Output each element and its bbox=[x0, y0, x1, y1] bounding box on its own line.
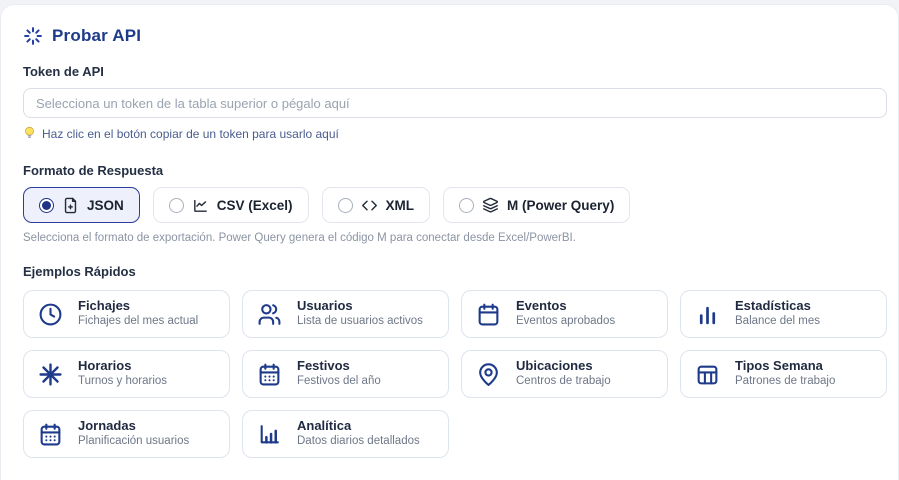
users-icon bbox=[257, 302, 282, 327]
card-title: Usuarios bbox=[297, 298, 353, 314]
card-title: Estadísticas bbox=[735, 298, 811, 314]
probar-api-panel: Probar API Token de API Haz clic en el b… bbox=[0, 4, 899, 480]
example-card-tipos-semana[interactable]: Tipos Semana Patrones de trabajo bbox=[680, 350, 887, 398]
token-input[interactable] bbox=[23, 88, 887, 118]
card-title: Horarios bbox=[78, 358, 132, 374]
lightbulb-icon bbox=[23, 126, 36, 141]
token-hint: Haz clic en el botón copiar de un token … bbox=[23, 126, 887, 141]
radio-icon bbox=[39, 197, 54, 213]
card-title: Festivos bbox=[297, 358, 350, 374]
example-card-fichajes[interactable]: Fichajes Fichajes del mes actual bbox=[23, 290, 230, 338]
card-subtitle: Balance del mes bbox=[735, 315, 821, 328]
bar-chart-icon bbox=[695, 302, 720, 327]
card-subtitle: Centros de trabajo bbox=[516, 375, 611, 388]
card-subtitle: Eventos aprobados bbox=[516, 315, 616, 328]
example-card-usuarios[interactable]: Usuarios Lista de usuarios activos bbox=[242, 290, 449, 338]
chart-line-icon bbox=[192, 197, 209, 214]
calendar-days-icon bbox=[38, 422, 63, 447]
card-subtitle: Fichajes del mes actual bbox=[78, 315, 199, 328]
card-subtitle: Lista de usuarios activos bbox=[297, 315, 423, 328]
format-option-m-power-query[interactable]: M (Power Query) bbox=[443, 187, 631, 223]
radio-icon bbox=[168, 197, 184, 213]
card-title: Ubicaciones bbox=[516, 358, 593, 374]
card-title: Analítica bbox=[297, 418, 352, 434]
radio-icon bbox=[459, 197, 475, 213]
examples-label: Ejemplos Rápidos bbox=[23, 264, 136, 279]
map-pin-icon bbox=[476, 362, 501, 387]
example-card-festivos[interactable]: Festivos Festivos del año bbox=[242, 350, 449, 398]
asterisk-icon bbox=[38, 362, 63, 387]
example-card-analitica[interactable]: Analítica Datos diarios detallados bbox=[242, 410, 449, 458]
code-icon bbox=[361, 197, 378, 214]
loader-icon bbox=[23, 26, 43, 46]
clock-icon bbox=[38, 302, 63, 327]
example-card-horarios[interactable]: Horarios Turnos y horarios bbox=[23, 350, 230, 398]
example-card-ubicaciones[interactable]: Ubicaciones Centros de trabajo bbox=[461, 350, 668, 398]
calendar-icon bbox=[476, 302, 501, 327]
card-title: Jornadas bbox=[78, 418, 136, 434]
card-subtitle: Turnos y horarios bbox=[78, 375, 168, 388]
file-plus-icon bbox=[62, 197, 79, 214]
card-subtitle: Planificación usuarios bbox=[78, 435, 190, 448]
table-icon bbox=[695, 362, 720, 387]
card-title: Tipos Semana bbox=[735, 358, 823, 374]
example-card-jornadas[interactable]: Jornadas Planificación usuarios bbox=[23, 410, 230, 458]
format-option-json[interactable]: JSON bbox=[23, 187, 140, 223]
page-title: Probar API bbox=[52, 26, 142, 45]
format-option-xml[interactable]: XML bbox=[321, 187, 431, 223]
format-help: Selecciona el formato de exportación. Po… bbox=[23, 232, 576, 244]
format-option-label: CSV (Excel) bbox=[216, 197, 293, 213]
format-option-label: M (Power Query) bbox=[507, 197, 615, 213]
format-options: JSON CSV (Excel) XML M (Power Query) bbox=[23, 187, 887, 223]
token-hint-text: Haz clic en el botón copiar de un token … bbox=[42, 126, 339, 141]
card-title: Fichajes bbox=[78, 298, 131, 314]
examples-grid: Fichajes Fichajes del mes actual Usuario… bbox=[23, 290, 887, 458]
radio-icon bbox=[337, 197, 353, 213]
card-subtitle: Datos diarios detallados bbox=[297, 435, 420, 448]
example-card-eventos[interactable]: Eventos Eventos aprobados bbox=[461, 290, 668, 338]
card-subtitle: Festivos del año bbox=[297, 375, 381, 388]
format-option-label: JSON bbox=[87, 197, 124, 213]
calendar-days-icon bbox=[257, 362, 282, 387]
panel-header: Probar API bbox=[23, 26, 887, 46]
token-label: Token de API bbox=[23, 64, 104, 79]
card-title: Eventos bbox=[516, 298, 567, 314]
example-card-estadisticas[interactable]: Estadísticas Balance del mes bbox=[680, 290, 887, 338]
layers-icon bbox=[482, 197, 499, 214]
format-option-label: XML bbox=[385, 197, 415, 213]
card-subtitle: Patrones de trabajo bbox=[735, 375, 836, 388]
format-option-csv-excel[interactable]: CSV (Excel) bbox=[152, 187, 309, 223]
format-label: Formato de Respuesta bbox=[23, 163, 164, 178]
chart-axis-icon bbox=[257, 422, 282, 447]
